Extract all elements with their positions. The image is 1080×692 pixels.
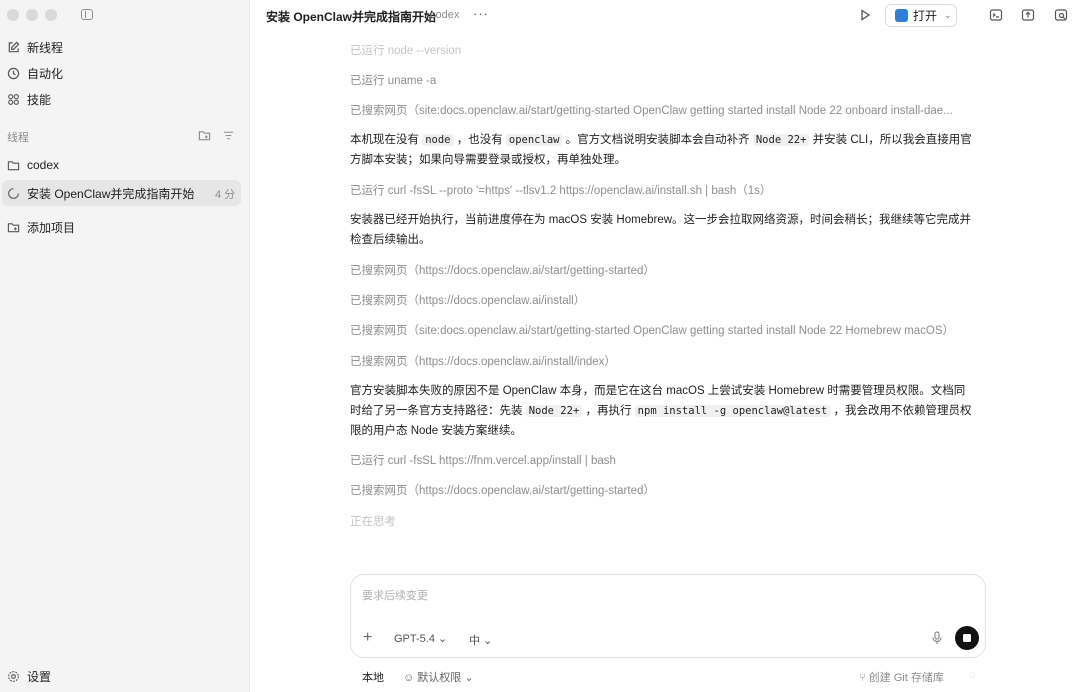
search-entry-5[interactable]: 已搜索网页（https://docs.openclaw.ai/install/i…	[350, 353, 616, 369]
run-entry-install-script[interactable]: 已运行 curl -fsSL --proto '=https' --tlsv1.…	[350, 182, 771, 198]
code-node22: Node 22+	[752, 134, 810, 146]
msg1-text-c: 。官方文档说明安装脚本会自动补齐	[562, 134, 753, 146]
run-entry-node-version[interactable]: 已运行 node --version	[350, 42, 461, 58]
clock-icon	[7, 67, 20, 80]
vscode-icon	[895, 9, 908, 22]
project-item-codex[interactable]: codex	[7, 155, 59, 175]
threads-section-label: 线程	[7, 132, 29, 144]
filter-icon[interactable]	[222, 129, 235, 145]
settings-label: 设置	[27, 669, 52, 684]
review-icon[interactable]	[1054, 8, 1068, 22]
permissions-icon: ☺	[403, 672, 415, 684]
settings-button[interactable]: 设置	[7, 666, 51, 686]
create-git-repo-button[interactable]: ⑂ 创建 Git 存储库	[859, 669, 944, 685]
search-entry-3[interactable]: 已搜索网页（https://docs.openclaw.ai/install）	[350, 292, 585, 308]
create-git-repo-label: 创建 Git 存储库	[868, 672, 944, 684]
msg1-text-b: ，也没有	[453, 134, 506, 146]
automation-button[interactable]: 自动化	[7, 63, 63, 83]
open-button[interactable]: 打开 ⌄	[885, 4, 957, 27]
assistant-message-3: 官方安装脚本失败的原因不是 OpenClaw 本身，而是它在这台 macOS 上…	[350, 381, 975, 441]
add-attachment-icon[interactable]: +	[363, 630, 372, 646]
code-node: node	[422, 134, 454, 146]
chevron-down-icon: ⌄	[438, 633, 448, 645]
folder-icon	[7, 159, 20, 172]
model-label: GPT-5.4	[394, 633, 435, 645]
code-node22-b: Node 22+	[525, 405, 583, 417]
edit-icon	[7, 41, 20, 54]
thread-project[interactable]: codex	[430, 9, 459, 21]
window-controls	[7, 9, 57, 21]
progress-ring-icon: ◌	[969, 669, 976, 681]
new-thread-button[interactable]: 新线程	[7, 37, 63, 57]
search-entry-6[interactable]: 已搜索网页（https://docs.openclaw.ai/start/get…	[350, 482, 655, 498]
maximize-window-button[interactable]	[45, 9, 57, 21]
composer[interactable]: 要求后续变更 + GPT-5.4 ⌄ 中 ⌄	[350, 574, 986, 658]
automation-label: 自动化	[27, 66, 64, 81]
sidebar-toggle-icon[interactable]	[81, 9, 93, 20]
thinking-status: 正在思考	[350, 516, 396, 528]
run-icon[interactable]	[858, 8, 872, 22]
stop-button[interactable]	[955, 626, 979, 650]
effort-selector[interactable]: 中 ⌄	[469, 632, 492, 648]
assistant-message-2: 安装器已经开始执行，当前进度停在为 macOS 安装 Homebrew。这一步会…	[350, 214, 972, 246]
stop-icon	[963, 634, 971, 642]
chevron-down-icon: ⌄	[483, 635, 493, 647]
model-selector[interactable]: GPT-5.4 ⌄	[394, 632, 447, 645]
close-window-button[interactable]	[7, 9, 19, 21]
open-label: 打开	[913, 9, 938, 23]
minimize-window-button[interactable]	[26, 9, 38, 21]
chevron-down-icon: ⌄	[464, 672, 474, 684]
export-icon[interactable]	[1021, 8, 1035, 22]
search-entry-1[interactable]: 已搜索网页（site:docs.openclaw.ai/start/gettin…	[350, 102, 953, 118]
sidebar: 新线程 自动化 技能 线程 codex 安装 OpenClaw并完成指南开始 4…	[0, 0, 250, 692]
skills-button[interactable]: 技能	[7, 89, 51, 109]
run-entry-uname[interactable]: 已运行 uname -a	[350, 72, 436, 88]
search-entry-4[interactable]: 已搜索网页（site:docs.openclaw.ai/start/gettin…	[350, 322, 954, 338]
git-branch-icon: ⑂	[859, 672, 866, 684]
code-npm-install: npm install -g openclaw@latest	[634, 405, 831, 417]
thread-time: 4 分	[215, 189, 236, 201]
more-options-button[interactable]: ···	[473, 6, 489, 21]
permissions-selector[interactable]: ☺ 默认权限 ⌄	[403, 669, 474, 685]
terminal-icon[interactable]	[989, 8, 1003, 22]
run-entry-fnm[interactable]: 已运行 curl -fsSL https://fnm.vercel.app/in…	[350, 452, 616, 468]
project-name: codex	[27, 158, 60, 172]
gear-icon	[7, 670, 20, 683]
add-project-button[interactable]: 添加项目	[7, 217, 75, 237]
active-thread-row[interactable]: 安装 OpenClaw并完成指南开始	[7, 183, 194, 203]
local-mode-button[interactable]: 本地	[362, 669, 384, 685]
msg3-text-b: ，再执行	[582, 405, 635, 417]
microphone-icon[interactable]	[931, 631, 943, 645]
add-project-label: 添加项目	[27, 220, 76, 235]
threads-section-actions	[198, 129, 235, 145]
code-openclaw: openclaw	[505, 134, 563, 146]
skills-label: 技能	[27, 92, 52, 107]
loading-spinner-icon	[7, 187, 20, 200]
grid-icon	[7, 93, 20, 106]
chevron-down-icon: ⌄	[944, 10, 952, 20]
effort-label: 中	[469, 635, 480, 647]
active-thread-title: 安装 OpenClaw并完成指南开始	[27, 186, 195, 201]
assistant-message-1: 本机现在没有 node ，也没有 openclaw 。官方文档说明安装脚本会自动…	[350, 130, 975, 170]
thread-title: 安装 OpenClaw并完成指南开始	[266, 10, 437, 24]
new-folder-icon[interactable]	[198, 129, 211, 145]
permissions-label: 默认权限	[417, 672, 462, 684]
composer-input[interactable]: 要求后续变更	[362, 587, 428, 603]
msg1-text-a: 本机现在没有	[350, 134, 423, 146]
new-thread-label: 新线程	[27, 40, 64, 55]
main-panel: 安装 OpenClaw并完成指南开始 codex ··· 打开 ⌄ 已运行 no…	[251, 0, 1080, 692]
search-entry-2[interactable]: 已搜索网页（https://docs.openclaw.ai/start/get…	[350, 262, 655, 278]
add-folder-icon	[7, 221, 20, 234]
